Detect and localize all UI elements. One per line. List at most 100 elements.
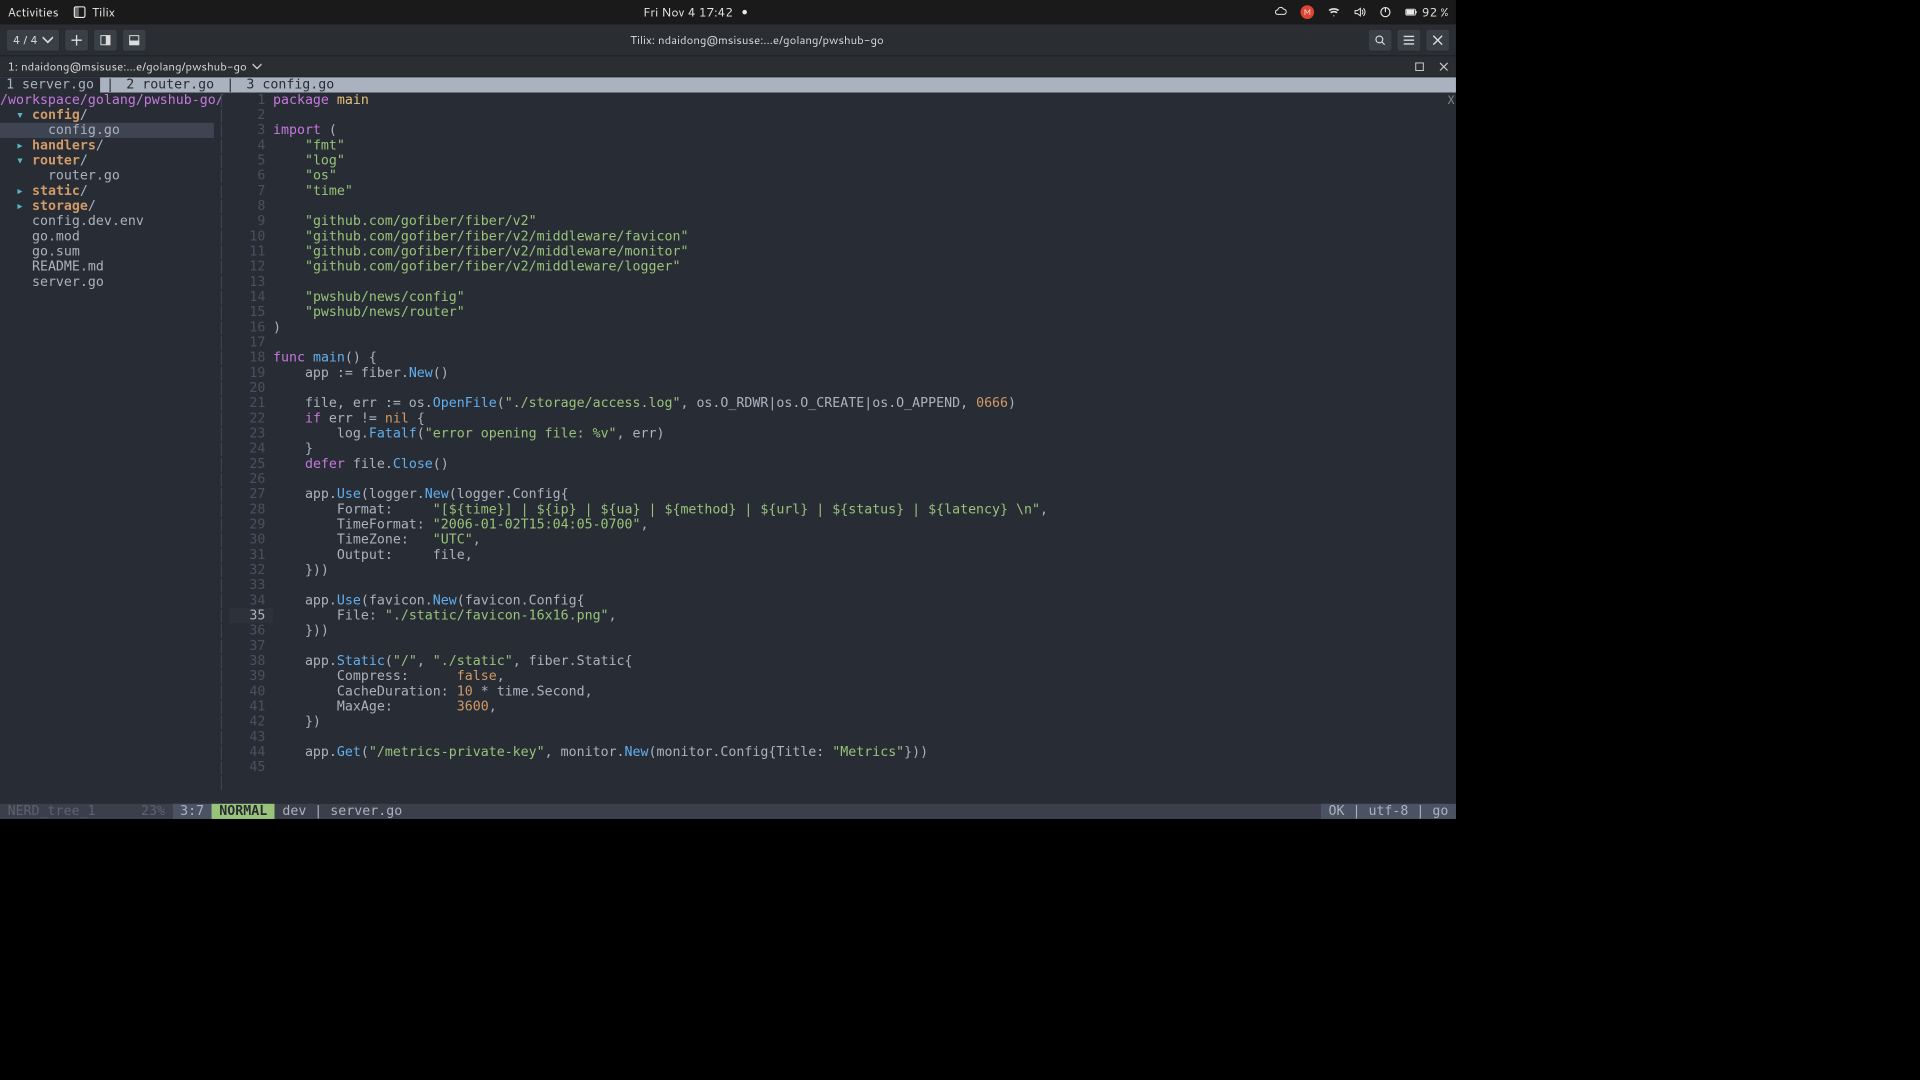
code-line[interactable]: 1package main [229,93,1444,108]
code-line[interactable]: 36 })) [229,623,1444,638]
wifi-icon[interactable] [1328,6,1340,18]
nerdtree-dir[interactable]: ▸ storage/ [0,199,214,214]
code-line[interactable]: 29 TimeFormat: "2006-01-02T15:04:05-0700… [229,517,1444,532]
nerdtree-root[interactable]: /workspace/golang/pwshub-go/ [0,93,214,108]
tilix-icon [74,6,86,18]
maximize-icon [1415,62,1424,71]
vim-statusline: NERD_tree_1 23% 3:7 NORMAL dev | server.… [0,804,1456,819]
code-line[interactable]: 20 [229,381,1444,396]
terminal-pane[interactable]: 1 server.go | 2 router.go | 3 config.go … [0,77,1456,819]
code-line[interactable]: 13 [229,275,1444,290]
close-icon [1439,62,1448,71]
code-line[interactable]: 21 file, err := os.OpenFile("./storage/a… [229,396,1444,411]
close-icon [1432,35,1443,46]
code-line[interactable]: 24 } [229,441,1444,456]
weather-icon[interactable] [1275,6,1287,18]
code-line[interactable]: 30 TimeZone: "UTC", [229,532,1444,547]
hamburger-icon [1404,35,1415,46]
code-line[interactable]: 15 "pwshub/news/router" [229,305,1444,320]
split-right-button[interactable] [93,28,117,51]
clock[interactable]: Fri Nov 4 17:42 [643,3,733,20]
battery-icon [1405,6,1417,18]
vim-tab[interactable]: 3 config.go [240,77,340,92]
nerdtree-dir[interactable]: ▸ static/ [0,184,214,199]
split-down-icon [129,35,140,46]
code-line[interactable]: 41 MaxAge: 3600, [229,699,1444,714]
code-line[interactable]: 22 if err != nil { [229,411,1444,426]
terminal-tab[interactable]: 1: ndaidong@msisuse:…e/golang/pwshub-go [0,56,270,76]
code-line[interactable]: 14 "pwshub/news/config" [229,290,1444,305]
code-line[interactable]: 5 "log" [229,153,1444,168]
status-mode: NORMAL [212,804,275,819]
nerdtree-file[interactable]: config.dev.env [0,214,214,229]
maximize-pane-button[interactable] [1407,56,1431,76]
code-line[interactable]: 17 [229,335,1444,350]
nerdtree-dir[interactable]: ▾ config/ [0,108,214,123]
search-button[interactable] [1368,28,1392,51]
code-line[interactable]: 38 app.Static("/", "./static", fiber.Sta… [229,654,1444,669]
new-session-button[interactable] [64,28,88,51]
code-line[interactable]: 39 Compress: false, [229,669,1444,684]
code-line[interactable]: 34 app.Use(favicon.New(favicon.Config{ [229,593,1444,608]
split-right-icon [100,35,111,46]
notification-dot-icon [742,10,747,15]
nerdtree-dir[interactable]: ▸ handlers/ [0,138,214,153]
plus-icon [71,35,82,46]
code-line[interactable]: 27 app.Use(logger.New(logger.Config{ [229,487,1444,502]
code-line[interactable]: 33 [229,578,1444,593]
power-icon[interactable] [1379,6,1391,18]
code-line[interactable]: 6 "os" [229,168,1444,183]
activities-button[interactable]: Activities [8,3,59,20]
vim-tab[interactable]: 1 server.go [0,77,100,92]
code-line[interactable]: 31 Output: file, [229,547,1444,562]
code-line[interactable]: 11 "github.com/gofiber/fiber/v2/middlewa… [229,244,1444,259]
code-line[interactable]: 40 CacheDuration: 10 * time.Second, [229,684,1444,699]
code-line[interactable]: 3import ( [229,123,1444,138]
code-line[interactable]: 23 log.Fatalf("error opening file: %v", … [229,426,1444,441]
code-line[interactable]: 16) [229,320,1444,335]
code-line[interactable]: 10 "github.com/gofiber/fiber/v2/middlewa… [229,229,1444,244]
code-editor[interactable]: 1package main23import (4 "fmt"5 "log"6 "… [229,93,1444,804]
volume-icon[interactable] [1354,6,1366,18]
code-line[interactable]: 25 defer file.Close() [229,456,1444,471]
nerdtree-file[interactable]: router.go [0,168,214,183]
hamburger-menu-button[interactable] [1397,28,1421,51]
code-line[interactable]: 12 "github.com/gofiber/fiber/v2/middlewa… [229,259,1444,274]
status-fileinfo: OK | utf-8 | go [1321,804,1456,819]
nerdtree-file[interactable]: config.go [0,123,214,138]
code-line[interactable]: 8 [229,199,1444,214]
nerdtree-dir[interactable]: ▾ router/ [0,153,214,168]
status-position: 3:7 [173,804,212,819]
code-line[interactable]: 4 "fmt" [229,138,1444,153]
code-line[interactable]: 32 })) [229,563,1444,578]
code-line[interactable]: 43 [229,729,1444,744]
code-line[interactable]: 42 }) [229,714,1444,729]
window-close-button[interactable] [1426,28,1450,51]
code-line[interactable]: 45 [229,760,1444,775]
nerdtree-file[interactable]: go.sum [0,244,214,259]
vim-tab-close[interactable]: X [1448,93,1455,108]
status-branch: dev | server.go [275,804,410,819]
split-down-button[interactable] [122,28,146,51]
nerdtree-file[interactable]: server.go [0,275,214,290]
code-line[interactable]: 26 [229,472,1444,487]
nerdtree-file[interactable]: README.md [0,259,214,274]
close-pane-button[interactable] [1432,56,1456,76]
code-line[interactable]: 35 File: "./static/favicon-16x16.png", [229,608,1444,623]
gnome-top-bar: Activities Tilix Fri Nov 4 17:42 M 92 % [0,0,1456,24]
session-switcher[interactable]: 4 / 4 [6,28,60,51]
code-line[interactable]: 37 [229,638,1444,653]
code-line[interactable]: 28 Format: "[${time}] | ${ip} | ${ua} | … [229,502,1444,517]
code-line[interactable]: 9 "github.com/gofiber/fiber/v2" [229,214,1444,229]
nerdtree-panel[interactable]: /workspace/golang/pwshub-go/ ▾ config/ c… [0,93,214,804]
code-line[interactable]: 18func main() { [229,350,1444,365]
battery-indicator[interactable]: 92 % [1405,3,1448,20]
code-line[interactable]: 44 app.Get("/metrics-private-key", monit… [229,745,1444,760]
code-line[interactable]: 2 [229,108,1444,123]
mega-tray-icon[interactable]: M [1300,5,1314,19]
active-app[interactable]: Tilix [74,3,115,20]
code-line[interactable]: 7 "time" [229,184,1444,199]
code-line[interactable]: 19 app := fiber.New() [229,366,1444,381]
vim-tab[interactable]: 2 router.go [120,77,220,92]
nerdtree-file[interactable]: go.mod [0,229,214,244]
